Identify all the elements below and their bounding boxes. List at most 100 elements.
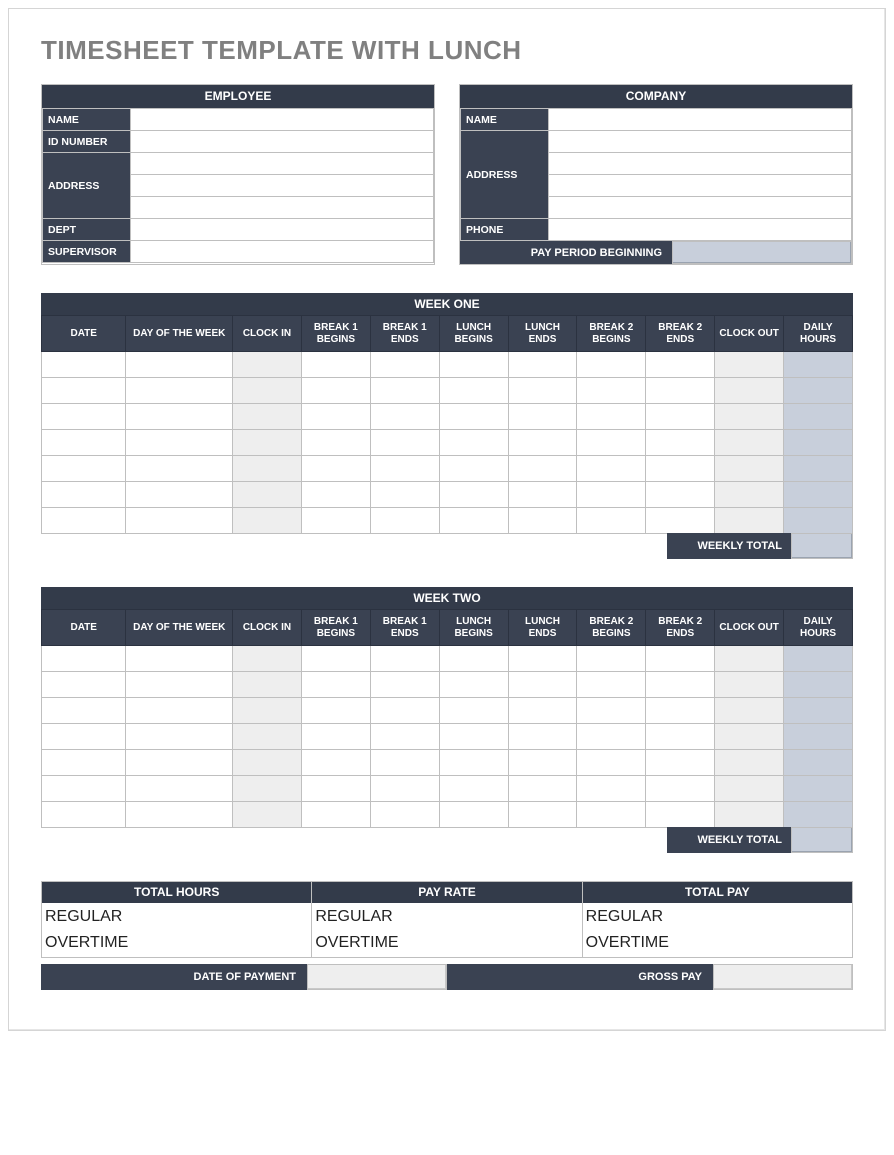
clock-in-cell[interactable]	[233, 482, 302, 508]
break2-ends-cell[interactable]	[646, 482, 715, 508]
week-two-total-value[interactable]	[791, 827, 853, 853]
lunch-ends-cell[interactable]	[508, 672, 577, 698]
clock-out-cell[interactable]	[715, 776, 784, 802]
break2-begins-cell[interactable]	[577, 482, 646, 508]
lunch-begins-cell[interactable]	[439, 698, 508, 724]
lunch-ends-cell[interactable]	[508, 508, 577, 534]
week-one-total-value[interactable]	[791, 533, 853, 559]
break2-ends-cell[interactable]	[646, 352, 715, 378]
dow-cell[interactable]	[126, 802, 233, 828]
break1-begins-cell[interactable]	[301, 352, 370, 378]
break1-begins-cell[interactable]	[301, 378, 370, 404]
employee-address2-input[interactable]	[131, 175, 434, 197]
clock-out-cell[interactable]	[715, 352, 784, 378]
employee-address3-input[interactable]	[131, 197, 434, 219]
break1-ends-cell[interactable]	[370, 698, 439, 724]
break1-begins-cell[interactable]	[301, 802, 370, 828]
clock-out-cell[interactable]	[715, 430, 784, 456]
clock-in-cell[interactable]	[233, 750, 302, 776]
lunch-ends-cell[interactable]	[508, 750, 577, 776]
clock-out-cell[interactable]	[715, 698, 784, 724]
break1-begins-cell[interactable]	[301, 430, 370, 456]
break1-ends-cell[interactable]	[370, 750, 439, 776]
break1-ends-cell[interactable]	[370, 776, 439, 802]
gross-pay-input[interactable]	[713, 964, 853, 990]
lunch-ends-cell[interactable]	[508, 802, 577, 828]
break2-begins-cell[interactable]	[577, 404, 646, 430]
dow-cell[interactable]	[126, 456, 233, 482]
daily-hours-cell[interactable]	[784, 724, 853, 750]
clock-out-cell[interactable]	[715, 802, 784, 828]
lunch-begins-cell[interactable]	[439, 404, 508, 430]
lunch-begins-cell[interactable]	[439, 646, 508, 672]
clock-in-cell[interactable]	[233, 404, 302, 430]
clock-in-cell[interactable]	[233, 646, 302, 672]
dow-cell[interactable]	[126, 776, 233, 802]
break1-ends-cell[interactable]	[370, 672, 439, 698]
lunch-begins-cell[interactable]	[439, 750, 508, 776]
break2-ends-cell[interactable]	[646, 378, 715, 404]
lunch-begins-cell[interactable]	[439, 508, 508, 534]
break1-begins-cell[interactable]	[301, 646, 370, 672]
break1-begins-cell[interactable]	[301, 750, 370, 776]
lunch-begins-cell[interactable]	[439, 430, 508, 456]
break2-begins-cell[interactable]	[577, 724, 646, 750]
break1-ends-cell[interactable]	[370, 456, 439, 482]
clock-in-cell[interactable]	[233, 698, 302, 724]
clock-in-cell[interactable]	[233, 776, 302, 802]
dow-cell[interactable]	[126, 404, 233, 430]
clock-in-cell[interactable]	[233, 724, 302, 750]
company-address2-input[interactable]	[549, 153, 852, 175]
company-name-input[interactable]	[549, 109, 852, 131]
break2-begins-cell[interactable]	[577, 456, 646, 482]
dow-cell[interactable]	[126, 352, 233, 378]
break1-begins-cell[interactable]	[301, 456, 370, 482]
date-cell[interactable]	[42, 802, 126, 828]
employee-address1-input[interactable]	[131, 153, 434, 175]
lunch-begins-cell[interactable]	[439, 482, 508, 508]
daily-hours-cell[interactable]	[784, 352, 853, 378]
clock-out-cell[interactable]	[715, 404, 784, 430]
break1-begins-cell[interactable]	[301, 776, 370, 802]
dow-cell[interactable]	[126, 672, 233, 698]
date-cell[interactable]	[42, 698, 126, 724]
lunch-begins-cell[interactable]	[439, 776, 508, 802]
dow-cell[interactable]	[126, 698, 233, 724]
break1-begins-cell[interactable]	[301, 482, 370, 508]
date-cell[interactable]	[42, 672, 126, 698]
lunch-ends-cell[interactable]	[508, 724, 577, 750]
total-hours-overtime-input[interactable]	[136, 931, 138, 955]
dow-cell[interactable]	[126, 430, 233, 456]
break2-begins-cell[interactable]	[577, 698, 646, 724]
lunch-begins-cell[interactable]	[439, 456, 508, 482]
break2-begins-cell[interactable]	[577, 750, 646, 776]
employee-name-input[interactable]	[131, 109, 434, 131]
lunch-ends-cell[interactable]	[508, 482, 577, 508]
break2-ends-cell[interactable]	[646, 646, 715, 672]
date-cell[interactable]	[42, 404, 126, 430]
break1-begins-cell[interactable]	[301, 404, 370, 430]
lunch-begins-cell[interactable]	[439, 378, 508, 404]
break2-ends-cell[interactable]	[646, 672, 715, 698]
clock-out-cell[interactable]	[715, 672, 784, 698]
daily-hours-cell[interactable]	[784, 776, 853, 802]
employee-supervisor-input[interactable]	[131, 241, 434, 263]
break2-ends-cell[interactable]	[646, 750, 715, 776]
lunch-ends-cell[interactable]	[508, 776, 577, 802]
break1-begins-cell[interactable]	[301, 724, 370, 750]
daily-hours-cell[interactable]	[784, 802, 853, 828]
break1-ends-cell[interactable]	[370, 404, 439, 430]
date-cell[interactable]	[42, 352, 126, 378]
lunch-ends-cell[interactable]	[508, 698, 577, 724]
daily-hours-cell[interactable]	[784, 430, 853, 456]
company-phone-input[interactable]	[549, 219, 852, 241]
date-cell[interactable]	[42, 750, 126, 776]
dow-cell[interactable]	[126, 646, 233, 672]
dow-cell[interactable]	[126, 750, 233, 776]
date-cell[interactable]	[42, 456, 126, 482]
clock-in-cell[interactable]	[233, 508, 302, 534]
pay-rate-overtime-input[interactable]	[406, 931, 408, 955]
date-cell[interactable]	[42, 646, 126, 672]
date-cell[interactable]	[42, 776, 126, 802]
daily-hours-cell[interactable]	[784, 750, 853, 776]
